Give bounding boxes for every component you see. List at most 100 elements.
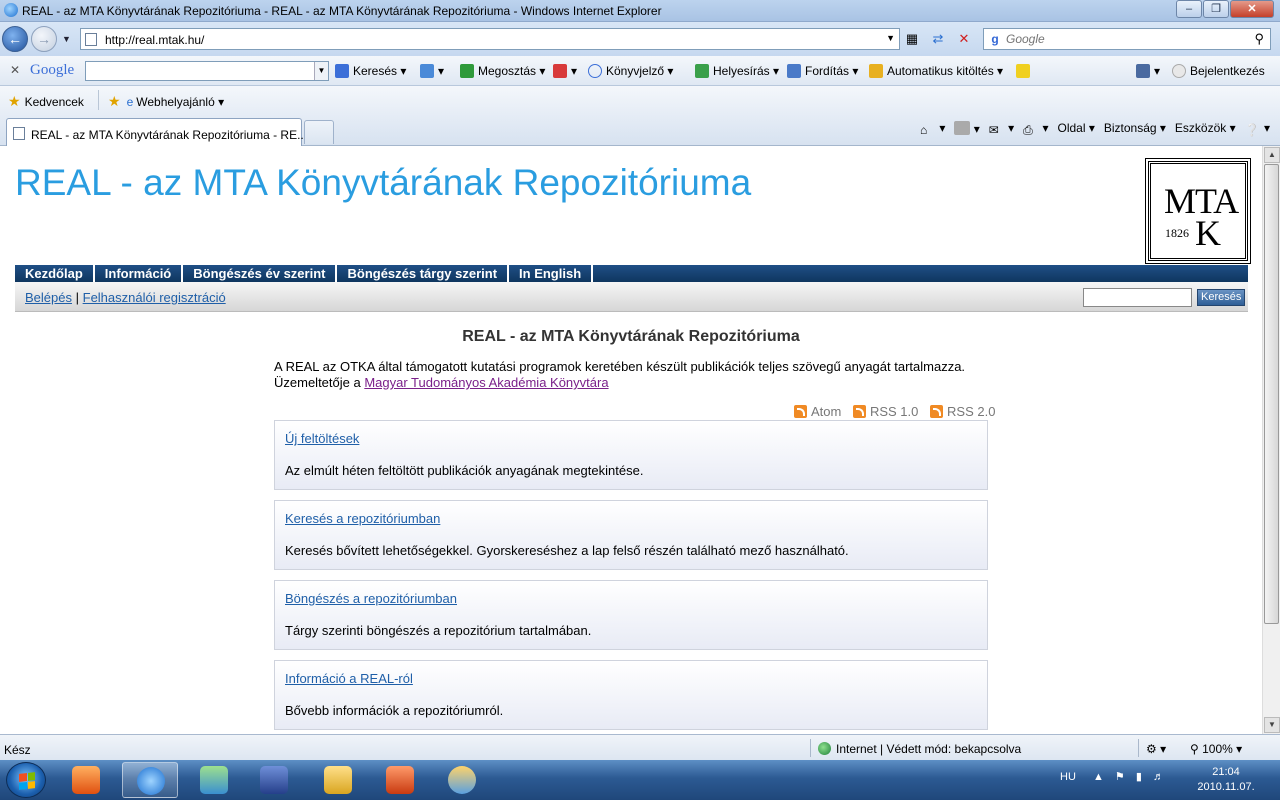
menu-english[interactable]: In English — [509, 265, 594, 282]
favorites-button[interactable]: ★ Kedvencek — [8, 93, 84, 110]
add-button[interactable]: ▾ — [420, 64, 444, 78]
clock[interactable]: 21:04 2010.11.07. — [1196, 765, 1256, 795]
translate-icon — [787, 64, 801, 78]
google-search-dropdown-icon[interactable]: ▼ — [314, 62, 328, 80]
tab-active[interactable]: REAL - az MTA Könyvtárának Repozitóriuma… — [6, 118, 307, 146]
rss2-feed-link[interactable]: RSS 2.0 — [922, 404, 995, 419]
zoom-level[interactable]: ⚲ 100% ▾ — [1190, 742, 1242, 756]
ie-taskbar-button[interactable] — [122, 762, 178, 798]
highlight-button[interactable]: ▾ — [553, 64, 577, 78]
page-title: REAL - az MTA Könyvtárának Repozitóriuma — [462, 328, 800, 345]
highlighter-icon — [1016, 64, 1030, 78]
scroll-thumb[interactable] — [1264, 164, 1279, 624]
login-link[interactable]: Belépés — [25, 290, 72, 305]
media-player-taskbar-button[interactable] — [58, 762, 114, 798]
search-repository-link[interactable]: Keresés a repozitóriumban — [285, 511, 440, 526]
google-search-provider-icon: g — [991, 32, 999, 46]
explorer-taskbar-button[interactable] — [310, 762, 366, 798]
home-button[interactable]: ⌂ ▾ — [920, 121, 945, 137]
command-bar: ⌂ ▾ ▾ ✉ ▾ ⎙ ▾ Oldal ▾ Biztonság ▾ Eszköz… — [920, 121, 1270, 137]
google-search-input[interactable]: ▼ — [85, 61, 329, 81]
vertical-scrollbar[interactable]: ▲ ▼ — [1262, 146, 1280, 734]
address-url: http://real.mtak.hu/ — [105, 33, 205, 47]
tools-menu[interactable]: Eszközök ▾ — [1175, 121, 1236, 137]
signal-icon[interactable]: ▮ — [1136, 771, 1142, 783]
safety-menu[interactable]: Biztonság ▾ — [1104, 121, 1166, 137]
close-toolbar-icon[interactable]: ✕ — [10, 63, 20, 77]
atom-feed-link[interactable]: Atom — [786, 404, 841, 419]
floppy-icon — [260, 766, 288, 794]
page-menu[interactable]: Oldal ▾ — [1057, 121, 1094, 137]
tab-title: REAL - az MTA Könyvtárának Repozitóriuma… — [31, 128, 308, 142]
volume-icon[interactable]: ♬ — [1153, 771, 1164, 783]
start-button[interactable] — [6, 762, 46, 798]
share-button[interactable]: Megosztás ▾ — [460, 64, 545, 78]
mtak-logo[interactable]: MTA K 1826 — [1145, 158, 1251, 264]
favorites-bar: ★ Kedvencek ★ e Webhelyajánló ▾ — [0, 86, 1280, 114]
address-dropdown-icon[interactable]: ▼ — [886, 33, 895, 43]
feeds-button[interactable]: ▾ — [954, 121, 980, 137]
translate-button[interactable]: Fordítás ▾ — [787, 64, 858, 78]
address-toolbar: ← → ▼ http://real.mtak.hu/ ▼ ▦ ⇄ ✕ g ⚲ — [0, 22, 1280, 56]
recent-pages-dropdown[interactable]: ▼ — [62, 34, 71, 44]
minimize-button[interactable]: – — [1176, 0, 1202, 18]
window-title-bar: REAL - az MTA Könyvtárának Repozitóriuma… — [0, 0, 1280, 22]
search-icon[interactable]: ⚲ — [1254, 31, 1264, 47]
paint-taskbar-button[interactable] — [434, 762, 490, 798]
scroll-up-icon[interactable]: ▲ — [1264, 147, 1280, 163]
register-link[interactable]: Felhasználói regisztráció — [83, 290, 226, 305]
stop-icon[interactable]: ✕ — [954, 30, 974, 48]
site-search-input[interactable] — [1083, 288, 1192, 307]
save-taskbar-button[interactable] — [246, 762, 302, 798]
powerpoint-taskbar-button[interactable] — [372, 762, 428, 798]
refresh-icon[interactable]: ⇄ — [928, 30, 948, 48]
restore-button[interactable]: ❐ — [1203, 0, 1229, 18]
add-favorite-icon: ★ — [108, 93, 121, 109]
new-tab-button[interactable] — [304, 120, 334, 144]
back-button[interactable]: ← — [2, 26, 28, 52]
security-zone[interactable]: Internet | Védett mód: bekapcsolva — [818, 742, 1021, 756]
menu-info[interactable]: Információ — [95, 265, 184, 282]
site-search-button[interactable]: Keresés — [1197, 289, 1246, 306]
compatibility-view-icon[interactable]: ▦ — [902, 30, 922, 48]
tab-bar: REAL - az MTA Könyvtárának Repozitóriuma… — [0, 114, 1280, 146]
search-input[interactable] — [1006, 31, 1236, 47]
library-link[interactable]: Magyar Tudományos Akadémia Könyvtára — [364, 375, 608, 390]
menu-browse-year[interactable]: Böngészés év szerint — [183, 265, 338, 282]
sign-in-button[interactable]: Bejelentkezés — [1172, 64, 1265, 78]
google-search-button[interactable]: Keresés ▾ — [335, 64, 406, 78]
language-indicator[interactable]: HU — [1060, 771, 1076, 783]
new-uploads-link[interactable]: Új feltöltések — [285, 431, 359, 446]
mail-button[interactable]: ✉ ▾ — [989, 121, 1014, 137]
rss1-feed-link[interactable]: RSS 1.0 — [845, 404, 918, 419]
search-box[interactable]: g ⚲ — [983, 28, 1271, 50]
network-flag-icon[interactable]: ⚑ — [1115, 771, 1125, 783]
globe-icon — [818, 742, 831, 755]
browse-repository-link[interactable]: Böngészés a repozitóriumban — [285, 591, 457, 606]
settings-button[interactable]: ▾ — [1136, 64, 1160, 78]
info-link[interactable]: Információ a REAL-ról — [285, 671, 413, 686]
security-icon[interactable]: ⚙ ▾ — [1146, 742, 1166, 756]
address-bar[interactable]: http://real.mtak.hu/ ▼ — [80, 28, 900, 50]
users-taskbar-button[interactable] — [186, 762, 242, 798]
autofill-button[interactable]: Automatikus kitöltés ▾ — [869, 64, 1003, 78]
spellcheck-button[interactable]: Helyesírás ▾ — [695, 64, 779, 78]
paint-icon — [448, 766, 476, 794]
close-window-button[interactable]: ✕ — [1230, 0, 1274, 18]
google-logo: Google — [30, 62, 75, 78]
bookmarks-button[interactable]: Könyvjelző ▾ — [588, 64, 673, 78]
forward-button[interactable]: → — [31, 26, 57, 52]
media-player-icon — [72, 766, 100, 794]
scroll-down-icon[interactable]: ▼ — [1264, 717, 1280, 733]
page-icon — [85, 33, 97, 46]
suggested-sites-button[interactable]: ★ e Webhelyajánló ▾ — [108, 93, 224, 110]
site-title[interactable]: REAL - az MTA Könyvtárának Repozitóriuma — [15, 162, 751, 204]
rss-icon — [852, 405, 866, 418]
pencil-icon[interactable] — [1016, 64, 1034, 78]
print-button[interactable]: ⎙ ▾ — [1023, 121, 1048, 137]
menu-browse-subject[interactable]: Böngészés tárgy szerint — [337, 265, 510, 282]
help-button[interactable]: ❔ ▾ — [1245, 121, 1270, 137]
divider — [98, 90, 99, 110]
menu-home[interactable]: Kezdőlap — [15, 265, 95, 282]
show-hidden-icons-icon[interactable]: ▲ — [1093, 771, 1104, 783]
